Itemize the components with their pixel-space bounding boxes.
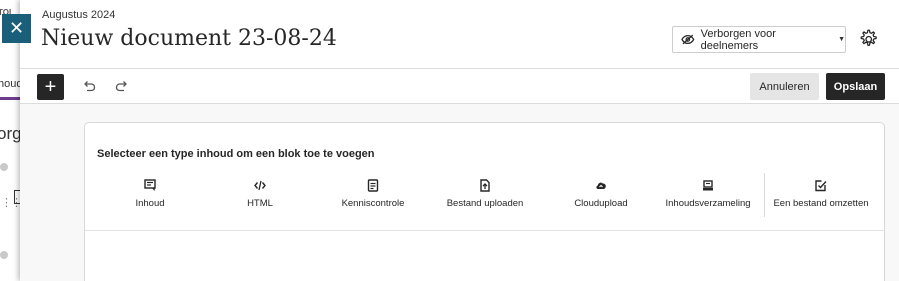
eye-slash-icon — [681, 34, 695, 45]
picker-separator — [764, 173, 765, 217]
editor-header: Augustus 2024 Nieuw document 23-08-24 Ve… — [20, 0, 899, 69]
close-icon: ✕ — [8, 18, 25, 38]
content-type-een-bestand-omzetten[interactable]: Een bestand omzetten — [771, 173, 871, 217]
content-type-html[interactable]: HTML — [225, 173, 295, 217]
plus-icon: + — [44, 76, 57, 98]
text-block-icon — [144, 179, 156, 191]
content-type-inhoud[interactable]: Inhoud — [120, 173, 180, 217]
picker-title: Selecteer een type inhoud om een blok to… — [97, 148, 375, 160]
content-type-kenniscontrole[interactable]: Kenniscontrole — [333, 173, 413, 217]
background-tab-underline — [0, 97, 22, 100]
background-add-dot — [0, 251, 8, 259]
redo-icon[interactable] — [114, 78, 130, 94]
close-button[interactable]: ✕ — [2, 14, 31, 43]
document-editor-panel: Augustus 2024 Nieuw document 23-08-24 Ve… — [20, 0, 899, 281]
background-add-dot — [0, 163, 8, 171]
save-button[interactable]: Opslaan — [826, 73, 885, 100]
background-snippet-heading: org — [0, 124, 22, 143]
cloud-upload-icon — [596, 182, 606, 189]
content-type-bestand-uploaden[interactable]: Bestand uploaden — [441, 173, 529, 217]
content-collection-icon — [703, 180, 713, 191]
chevron-down-icon: ▼ — [838, 36, 845, 43]
page-title[interactable]: Nieuw document 23-08-24 — [41, 26, 337, 51]
gear-icon[interactable] — [857, 28, 879, 50]
content-type-label: HTML — [247, 198, 273, 209]
course-period: Augustus 2024 — [42, 9, 116, 21]
content-type-label: Inhoudsverzameling — [665, 198, 751, 209]
convert-file-icon — [815, 180, 827, 192]
code-icon — [254, 180, 266, 191]
visibility-dropdown[interactable]: Verborgen voor deelnemers ▼ — [672, 26, 846, 53]
picker-divider — [85, 230, 884, 231]
content-type-label: Inhoud — [135, 198, 165, 209]
cancel-button[interactable]: Annuleren — [750, 73, 819, 100]
content-type-inhoudsverzameling[interactable]: Inhoudsverzameling — [663, 173, 753, 217]
content-type-cloudupload[interactable]: Cloudupload — [561, 173, 641, 217]
file-upload-icon — [480, 179, 490, 192]
content-type-label: Cloudupload — [574, 198, 628, 209]
content-type-list: Inhoud HTML Kenniscontrole Bestand uploa… — [85, 173, 886, 231]
content-type-label: Bestand uploaden — [446, 198, 524, 209]
knowledge-check-icon — [367, 179, 379, 192]
add-content-button[interactable]: + — [37, 74, 64, 100]
content-type-label: Kenniscontrole — [341, 198, 405, 209]
visibility-label: Verborgen voor deelnemers — [700, 27, 776, 52]
content-type-picker: Selecteer een type inhoud om een blok to… — [84, 122, 885, 281]
content-type-label: Een bestand omzetten — [773, 198, 869, 209]
undo-icon[interactable] — [81, 78, 97, 94]
editor-toolbar: + Annuleren Opslaan — [20, 69, 899, 104]
